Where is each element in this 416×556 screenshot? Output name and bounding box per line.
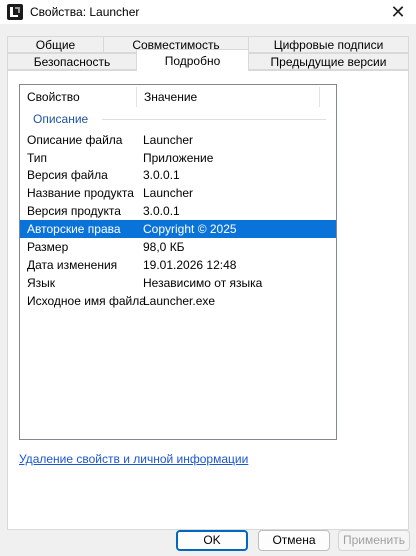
ok-button[interactable]: OK	[176, 530, 248, 551]
list-item[interactable]: Дата изменения 19.01.2026 12:48	[20, 256, 336, 274]
tab-label: Общие	[35, 38, 76, 52]
column-header-value[interactable]: Значение	[137, 85, 319, 109]
property-name: Язык	[27, 276, 56, 290]
property-value: Приложение	[143, 151, 214, 165]
close-icon: ✕	[390, 2, 406, 22]
column-header-label: Значение	[144, 90, 198, 104]
tab-details[interactable]: Подробно	[136, 49, 249, 71]
property-list[interactable]: Свойство Значение Описание Описание файл…	[19, 84, 337, 440]
list-item-selected[interactable]: Авторские права Copyright © 2025	[20, 220, 336, 238]
column-divider[interactable]	[319, 87, 320, 107]
property-name: Название продукта	[27, 186, 134, 200]
property-name: Версия продукта	[27, 204, 121, 218]
property-value: Launcher.exe	[143, 294, 216, 308]
property-name: Размер	[27, 240, 69, 254]
window-title: Свойства: Launcher	[30, 5, 140, 19]
tab-label: Безопасность	[33, 55, 111, 69]
property-name: Тип	[27, 151, 48, 165]
property-name: Версия файла	[27, 168, 108, 182]
tab-general[interactable]: Общие	[7, 36, 104, 53]
property-value: Launcher	[143, 133, 194, 147]
property-name: Исходное имя файла	[27, 294, 146, 308]
property-value: Copyright © 2025	[143, 222, 237, 236]
list-item[interactable]: Версия файла 3.0.0.1	[20, 166, 336, 184]
list-item[interactable]: Тип Приложение	[20, 149, 336, 167]
title-bar: Свойства: Launcher ✕	[0, 0, 416, 24]
tab-security[interactable]: Безопасность	[7, 53, 137, 70]
property-name: Авторские права	[27, 222, 121, 236]
tab-label: Предыдущие версии	[270, 55, 387, 69]
cancel-button[interactable]: Отмена	[258, 530, 330, 551]
property-value: 19.01.2026 12:48	[143, 258, 237, 272]
list-item[interactable]: Версия продукта 3.0.0.1	[20, 202, 336, 220]
list-item[interactable]: Описание файла Launcher	[20, 131, 336, 149]
tab-label: Подробно	[164, 54, 221, 68]
list-item[interactable]: Размер 98,0 КБ	[20, 238, 336, 256]
property-value: 3.0.0.1	[143, 204, 180, 218]
group-label: Описание	[33, 112, 89, 126]
button-label: Отмена	[272, 533, 316, 547]
apply-button[interactable]: Применить	[338, 530, 410, 551]
column-header-property[interactable]: Свойство	[20, 85, 136, 109]
button-label: Применить	[342, 533, 405, 547]
button-label: OK	[203, 533, 221, 547]
property-value: 98,0 КБ	[143, 240, 185, 254]
list-header: Свойство Значение	[20, 85, 336, 109]
property-value: 3.0.0.1	[143, 168, 180, 182]
property-name: Дата изменения	[27, 258, 118, 272]
remove-properties-link[interactable]: Удаление свойств и личной информации	[19, 452, 248, 466]
tab-label: Цифровые подписи	[273, 38, 384, 52]
group-divider	[102, 119, 326, 120]
group-header-description[interactable]: Описание	[20, 112, 336, 126]
property-value: Launcher	[143, 186, 194, 200]
property-name: Описание файла	[27, 133, 123, 147]
list-item[interactable]: Исходное имя файла Launcher.exe	[20, 292, 336, 310]
tab-digital-signatures[interactable]: Цифровые подписи	[248, 36, 409, 53]
launcher-app-icon	[7, 4, 23, 20]
tab-previous-versions[interactable]: Предыдущие версии	[248, 53, 409, 70]
column-header-label: Свойство	[27, 90, 80, 104]
list-item[interactable]: Язык Независимо от языка	[20, 274, 336, 292]
close-button[interactable]: ✕	[380, 0, 416, 24]
list-item[interactable]: Название продукта Launcher	[20, 184, 336, 202]
property-value: Независимо от языка	[143, 276, 263, 290]
